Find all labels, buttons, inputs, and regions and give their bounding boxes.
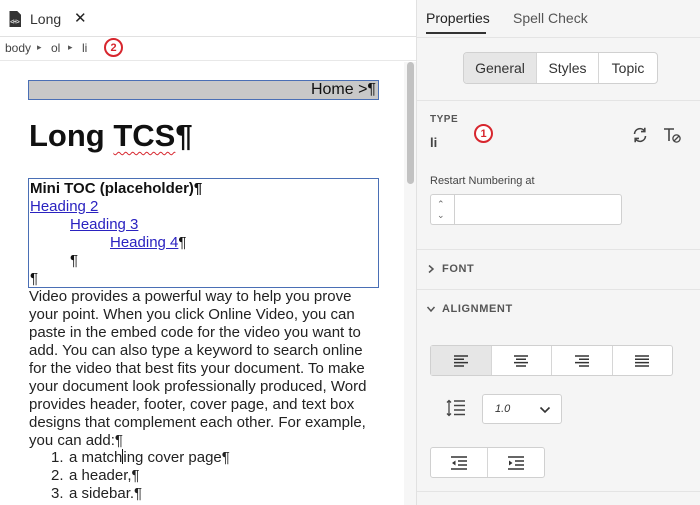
type-value: li — [430, 135, 438, 150]
mini-toc-title: Mini TOC (placeholder)¶ — [30, 180, 203, 197]
divider — [417, 249, 700, 250]
alignment-section-title: ALIGNMENT — [442, 303, 513, 315]
svg-text:<H>: <H> — [10, 20, 20, 26]
list-text-part: a match — [69, 449, 123, 466]
restart-numbering-stepper[interactable]: ⌃ ⌄ — [430, 194, 454, 225]
editor-pane: <H> Long ✕ body ▸ ol ▸ li 2 Home >¶ Long… — [0, 0, 416, 505]
active-tab-indicator — [426, 32, 486, 34]
clear-formatting-icon[interactable] — [661, 124, 683, 146]
list-number: 3. — [51, 485, 64, 502]
alignment-button-group — [430, 345, 673, 376]
list-number: 2. — [51, 467, 64, 484]
toc-link-heading-4[interactable]: Heading 4 — [110, 234, 178, 251]
list-text-part: ing cover page¶ — [123, 449, 230, 466]
page-heading[interactable]: Long TCS¶ — [29, 118, 193, 154]
toc-link-heading-2[interactable]: Heading 2 — [30, 198, 98, 215]
document-tab[interactable]: <H> Long ✕ — [0, 0, 98, 37]
body-paragraph[interactable]: Video provides a powerful way to help yo… — [29, 288, 381, 450]
align-right-button[interactable] — [552, 346, 613, 375]
segment-general[interactable]: General — [464, 53, 537, 83]
tab-properties[interactable]: Properties — [426, 10, 490, 26]
line-spacing-select[interactable]: 1.0 — [482, 394, 562, 424]
properties-segmented-control: General Styles Topic — [463, 52, 658, 84]
font-section-title: FONT — [442, 263, 475, 275]
document-canvas[interactable]: Home >¶ Long TCS¶ Mini TOC (placeholder)… — [0, 62, 404, 505]
callout-marker: 1 — [474, 124, 493, 143]
pilcrow-mark: ¶ — [70, 252, 79, 269]
line-spacing-value: 1.0 — [495, 403, 511, 415]
editor-scrollbar[interactable] — [404, 62, 416, 505]
chevron-up-icon[interactable]: ⌃ — [437, 199, 445, 210]
increase-indent-button[interactable] — [488, 448, 544, 477]
chevron-down-icon[interactable]: ⌄ — [437, 210, 445, 221]
breadcrumb-separator-icon: ▸ — [37, 42, 42, 52]
indent-button-group — [430, 447, 545, 478]
refresh-icon[interactable] — [629, 124, 651, 146]
home-link-bar[interactable]: Home >¶ — [28, 80, 379, 100]
breadcrumb-item-li[interactable]: li — [82, 41, 87, 55]
align-left-icon — [453, 354, 468, 367]
list-item-text: a header,¶ — [69, 467, 140, 484]
scrollbar-thumb[interactable] — [407, 62, 414, 184]
alignment-section-header[interactable]: ALIGNMENT — [417, 292, 700, 328]
font-section-header[interactable]: FONT — [417, 252, 700, 288]
type-label: TYPE — [430, 114, 459, 125]
chevron-right-icon — [428, 264, 435, 274]
close-tab-icon[interactable]: ✕ — [74, 10, 87, 27]
align-left-button[interactable] — [431, 346, 492, 375]
increase-indent-icon — [508, 455, 524, 470]
chevron-down-icon — [539, 406, 551, 414]
breadcrumb: body ▸ ol ▸ li 2 — [0, 37, 416, 61]
restart-numbering-input[interactable] — [454, 194, 622, 225]
breadcrumb-item-body[interactable]: body — [5, 41, 31, 55]
list-item-text: a sidebar.¶ — [69, 485, 143, 502]
divider — [417, 37, 700, 38]
divider — [417, 100, 700, 101]
list-item-text: a matching cover page¶ — [69, 449, 230, 467]
properties-panel: Properties Spell Check General Styles To… — [417, 0, 700, 505]
decrease-indent-button[interactable] — [431, 448, 488, 477]
pilcrow-mark: ¶ — [175, 118, 193, 153]
chevron-down-icon — [426, 306, 436, 313]
align-justify-button[interactable] — [613, 346, 673, 375]
list-number: 1. — [51, 449, 64, 466]
line-spacing-icon — [446, 399, 465, 417]
heading-text: Long — [29, 118, 114, 153]
document-tab-title: Long — [30, 11, 62, 27]
tab-spell-check[interactable]: Spell Check — [513, 10, 588, 26]
decrease-indent-icon — [451, 455, 467, 470]
align-center-button[interactable] — [492, 346, 552, 375]
mini-toc-placeholder[interactable]: Mini TOC (placeholder)¶ Heading 2 Headin… — [28, 178, 379, 288]
align-right-icon — [574, 354, 589, 367]
breadcrumb-separator-icon: ▸ — [68, 42, 73, 52]
breadcrumb-item-ol[interactable]: ol — [51, 41, 60, 55]
toc-link-heading-3[interactable]: Heading 3 — [70, 216, 138, 233]
refresh-icon — [633, 127, 647, 143]
align-center-icon — [514, 354, 529, 367]
callout-marker: 2 — [104, 38, 123, 57]
clear-formatting-icon — [664, 128, 681, 143]
divider — [417, 289, 700, 290]
restart-numbering-label: Restart Numbering at — [430, 175, 535, 187]
divider — [417, 491, 700, 492]
align-justify-icon — [635, 354, 650, 367]
pilcrow-mark: ¶ — [178, 234, 187, 251]
segment-topic[interactable]: Topic — [599, 53, 657, 83]
pilcrow-mark: ¶ — [30, 270, 39, 287]
segment-styles[interactable]: Styles — [537, 53, 599, 83]
html-file-icon: <H> — [9, 11, 21, 27]
document-tab-bar: <H> Long ✕ — [0, 0, 416, 37]
misspelled-word[interactable]: TCS — [113, 118, 175, 153]
